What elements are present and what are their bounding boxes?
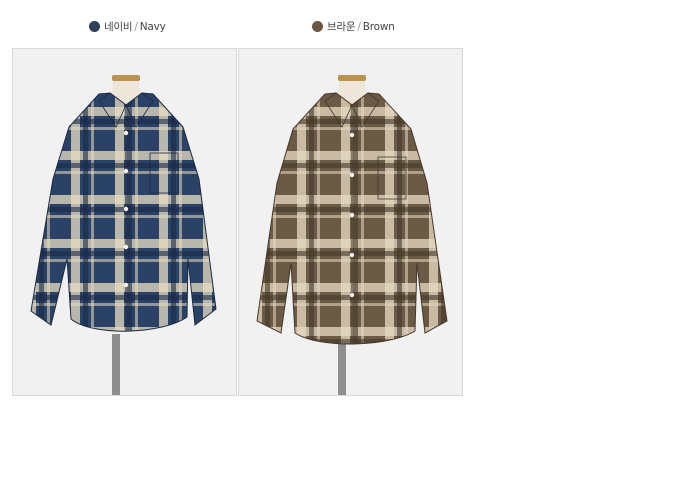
brown-color-swatch bbox=[312, 21, 323, 32]
color-name: 네이비 / Navy bbox=[104, 21, 166, 33]
color-option-brown-label: 브라운 / Brown bbox=[312, 19, 395, 34]
color-option-navy-label: 네이비 / Navy bbox=[89, 19, 166, 34]
color-name: 브라운 / Brown bbox=[327, 21, 395, 33]
navy-color-swatch bbox=[89, 21, 100, 32]
product-image-navy bbox=[12, 48, 237, 396]
product-image-brown bbox=[238, 48, 463, 396]
